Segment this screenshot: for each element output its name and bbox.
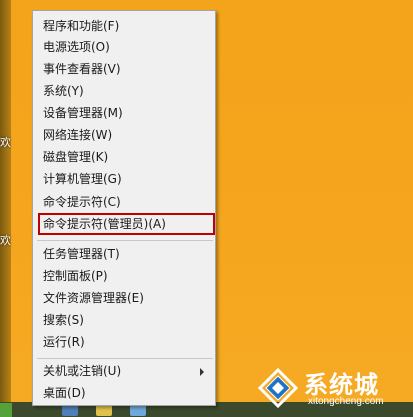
menu-item-control-panel[interactable]: 控制面板(P)	[33, 266, 215, 287]
desktop-icon-label[interactable]: 欢	[0, 232, 11, 248]
menu-item-task-manager[interactable]: 任务管理器(T)	[33, 244, 215, 265]
menu-separator	[37, 240, 213, 241]
menu-item-run[interactable]: 运行(R)	[33, 332, 215, 353]
menu-item-label: 桌面(D)	[43, 386, 86, 400]
menu-item-search[interactable]: 搜索(S)	[33, 310, 215, 331]
desktop-icons-strip: 欢 欢	[0, 0, 11, 417]
menu-item-label: 控制面板(P)	[43, 269, 108, 283]
watermark-logo-icon	[258, 368, 298, 408]
menu-item-label: 关机或注销(U)	[43, 364, 122, 378]
menu-item-label: 系统(Y)	[43, 84, 84, 98]
menu-item-label: 磁盘管理(K)	[43, 150, 109, 164]
menu-item-shutdown-signout[interactable]: 关机或注销(U)	[33, 361, 215, 382]
menu-item-file-explorer[interactable]: 文件资源管理器(E)	[33, 288, 215, 309]
winx-context-menu: 程序和功能(F) 电源选项(O) 事件查看器(V) 系统(Y) 设备管理器(M)…	[32, 10, 216, 406]
menu-item-system[interactable]: 系统(Y)	[33, 81, 215, 102]
menu-item-label: 事件查看器(V)	[43, 62, 121, 76]
watermark-title: 系统城	[304, 371, 379, 399]
menu-item-event-viewer[interactable]: 事件查看器(V)	[33, 59, 215, 80]
menu-item-label: 文件资源管理器(E)	[43, 291, 144, 305]
menu-item-programs-features[interactable]: 程序和功能(F)	[33, 16, 215, 37]
menu-item-label: 搜索(S)	[43, 313, 84, 327]
menu-item-label: 电源选项(O)	[43, 40, 110, 54]
menu-item-power-options[interactable]: 电源选项(O)	[33, 37, 215, 58]
watermark: 系统城 xitongcheng.com	[246, 362, 413, 417]
menu-item-label: 程序和功能(F)	[43, 19, 120, 33]
menu-item-label: 设备管理器(M)	[43, 106, 123, 120]
menu-item-command-prompt[interactable]: 命令提示符(C)	[33, 192, 215, 213]
watermark-url: xitongcheng.com	[308, 396, 384, 407]
menu-separator	[37, 358, 213, 359]
menu-item-label: 计算机管理(G)	[43, 172, 122, 186]
menu-item-device-manager[interactable]: 设备管理器(M)	[33, 103, 215, 124]
menu-item-network-connections[interactable]: 网络连接(W)	[33, 125, 215, 146]
menu-item-computer-management[interactable]: 计算机管理(G)	[33, 169, 215, 190]
menu-item-desktop[interactable]: 桌面(D)	[33, 383, 215, 404]
highlight-box	[38, 213, 215, 235]
submenu-arrow-icon	[200, 368, 204, 376]
menu-item-label: 命令提示符(C)	[43, 195, 121, 209]
menu-item-label: 网络连接(W)	[43, 128, 113, 142]
desktop-icon-label[interactable]: 欢	[0, 134, 11, 150]
start-button[interactable]	[0, 403, 12, 417]
menu-item-disk-management[interactable]: 磁盘管理(K)	[33, 147, 215, 168]
menu-item-label: 运行(R)	[43, 335, 85, 349]
menu-item-label: 任务管理器(T)	[43, 247, 120, 261]
